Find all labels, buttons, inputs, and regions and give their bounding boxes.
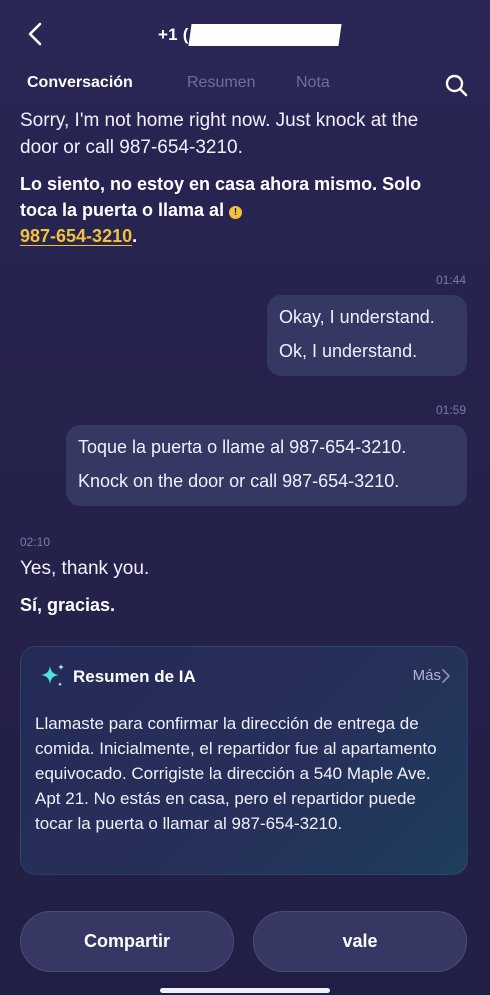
contact-title: +1 ( bbox=[158, 22, 342, 48]
translation-text: Lo siento, no estoy en casa ahora mismo.… bbox=[20, 174, 422, 220]
message-incoming-translation: Lo siento, no estoy en casa ahora mismo.… bbox=[20, 171, 460, 249]
redaction-bar bbox=[188, 24, 342, 46]
bubble-line-translation: Knock on the door or call 987-654-3210. bbox=[78, 471, 400, 491]
timestamp: 02:10 bbox=[20, 535, 51, 549]
message-incoming-original: Yes, thank you. bbox=[20, 558, 150, 579]
summary-body: Llamaste para confirmar la dirección de … bbox=[35, 714, 437, 833]
message-bubble-outgoing: Okay, I understand. Ok, I understand. bbox=[267, 295, 467, 376]
message-incoming-translation: Sí, gracias. bbox=[20, 595, 116, 615]
ai-summary-card[interactable]: Resumen de IA Más Llamaste para confirma… bbox=[20, 646, 468, 875]
chevron-left-icon[interactable] bbox=[22, 20, 50, 48]
bubble-line-translation: Ok, I understand. bbox=[279, 341, 418, 361]
warning-icon: ! bbox=[229, 206, 243, 219]
phone-link[interactable]: 987-654-3210 bbox=[20, 226, 132, 246]
sparkle-icon bbox=[41, 664, 64, 687]
timestamp: 01:44 bbox=[436, 273, 467, 287]
tab-bar: Conversación Resumen Nota bbox=[0, 74, 490, 98]
sentence-end: . bbox=[132, 226, 138, 246]
message-bubble-outgoing: Toque la puerta o llame al 987-654-3210.… bbox=[66, 425, 467, 506]
share-button[interactable]: Compartir bbox=[20, 911, 234, 972]
search-icon[interactable] bbox=[444, 73, 468, 97]
bubble-line-primary: Okay, I understand. bbox=[279, 307, 435, 327]
ok-button[interactable]: vale bbox=[253, 911, 467, 972]
home-indicator[interactable] bbox=[160, 988, 330, 993]
timestamp: 01:59 bbox=[436, 403, 467, 417]
tab-conversacion[interactable]: Conversación bbox=[27, 74, 133, 92]
bubble-line-primary: Toque la puerta o llame al 987-654-3210. bbox=[78, 437, 407, 457]
more-link[interactable]: Más bbox=[413, 667, 441, 684]
header: +1 ( bbox=[0, 0, 490, 68]
tab-nota[interactable]: Nota bbox=[296, 74, 330, 92]
tab-resumen[interactable]: Resumen bbox=[187, 74, 255, 92]
contact-number: +1 ( bbox=[158, 25, 189, 44]
message-incoming-original: Sorry, I'm not home right now. Just knoc… bbox=[20, 110, 419, 158]
summary-title: Resumen de IA bbox=[73, 667, 196, 686]
chevron-right-icon[interactable] bbox=[439, 668, 453, 684]
